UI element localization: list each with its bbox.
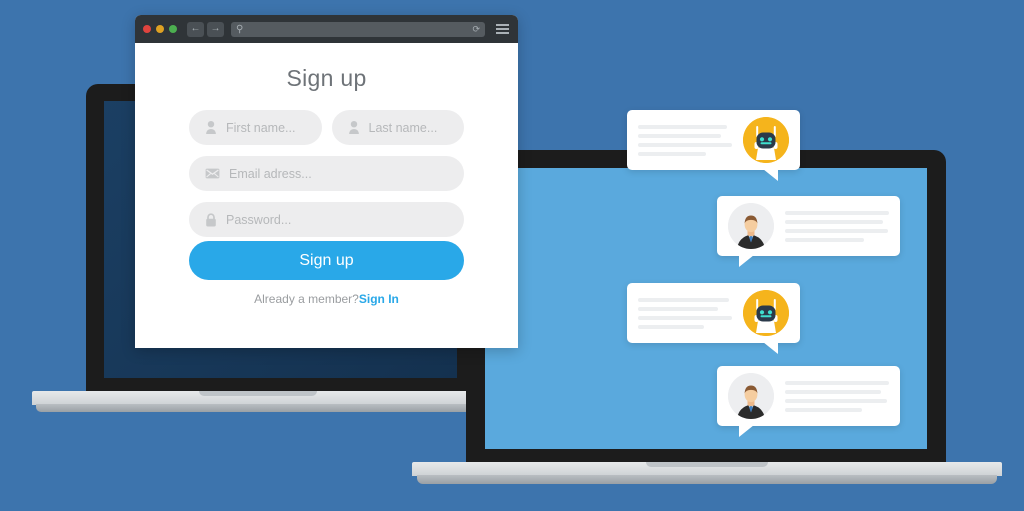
bubble-tail <box>763 342 778 354</box>
message-text-lines <box>785 380 889 412</box>
browser-window: ← → ⚲ ⟳ Sign up First name... Last name.… <box>135 15 518 348</box>
maximize-window-button[interactable] <box>169 25 177 33</box>
laptop-left-base <box>32 391 484 413</box>
chat-message-bot[interactable] <box>627 110 800 181</box>
footer-text: Already a member? <box>254 292 359 306</box>
last-name-field[interactable]: Last name... <box>331 110 464 145</box>
address-bar-content: ⚲ <box>236 24 246 35</box>
reload-icon[interactable]: ⟳ <box>472 24 480 35</box>
first-name-field[interactable]: First name... <box>189 110 322 145</box>
person-avatar-icon <box>728 373 774 419</box>
signin-link[interactable]: Sign In <box>359 292 399 306</box>
first-name-placeholder: First name... <box>226 120 296 135</box>
forward-icon[interactable]: → <box>207 21 224 37</box>
message-text-lines <box>638 297 732 329</box>
envelope-icon <box>205 168 220 179</box>
laptop-right-base-lip <box>417 475 997 484</box>
signup-button[interactable]: Sign up <box>189 241 464 280</box>
name-fields-row: First name... Last name... <box>189 110 464 145</box>
signup-form: Sign up First name... Last name... Email… <box>135 43 518 306</box>
password-placeholder: Password... <box>226 212 292 227</box>
bubble-tail <box>763 169 778 181</box>
laptop-left-base-notch <box>199 391 317 396</box>
email-placeholder: Email adress... <box>229 166 312 181</box>
robot-icon <box>743 117 789 163</box>
chat-message-bot[interactable] <box>627 283 800 354</box>
browser-toolbar: ← → ⚲ ⟳ <box>135 15 518 43</box>
bubble-tail <box>739 425 754 437</box>
last-name-placeholder: Last name... <box>368 120 438 135</box>
message-text-lines <box>638 124 732 156</box>
navigation-buttons: ← → <box>187 21 224 37</box>
minimize-window-button[interactable] <box>156 25 164 33</box>
laptop-left-base-lip <box>36 404 480 412</box>
illustration-stage: ← → ⚲ ⟳ Sign up First name... Last name.… <box>0 0 1024 511</box>
laptop-right-base-notch <box>646 462 768 467</box>
bubble-tail <box>739 255 754 267</box>
robot-icon <box>743 290 789 336</box>
menu-icon[interactable] <box>496 24 509 34</box>
person-avatar-icon <box>728 203 774 249</box>
chat-message-user[interactable] <box>717 366 900 437</box>
email-field[interactable]: Email adress... <box>189 156 464 191</box>
laptop-right-base <box>412 462 1002 485</box>
message-text-lines <box>785 210 889 242</box>
close-window-button[interactable] <box>143 25 151 33</box>
window-controls <box>143 25 177 33</box>
address-bar[interactable]: ⚲ ⟳ <box>231 21 485 37</box>
back-icon[interactable]: ← <box>187 21 204 37</box>
page-title: Sign up <box>286 65 367 91</box>
signup-footer: Already a member?Sign In <box>189 292 464 306</box>
password-field[interactable]: Password... <box>189 202 464 237</box>
lock-icon <box>205 212 217 227</box>
person-icon <box>348 121 360 134</box>
chat-message-user[interactable] <box>717 196 900 267</box>
search-icon: ⚲ <box>236 23 244 35</box>
person-icon <box>205 121 217 134</box>
